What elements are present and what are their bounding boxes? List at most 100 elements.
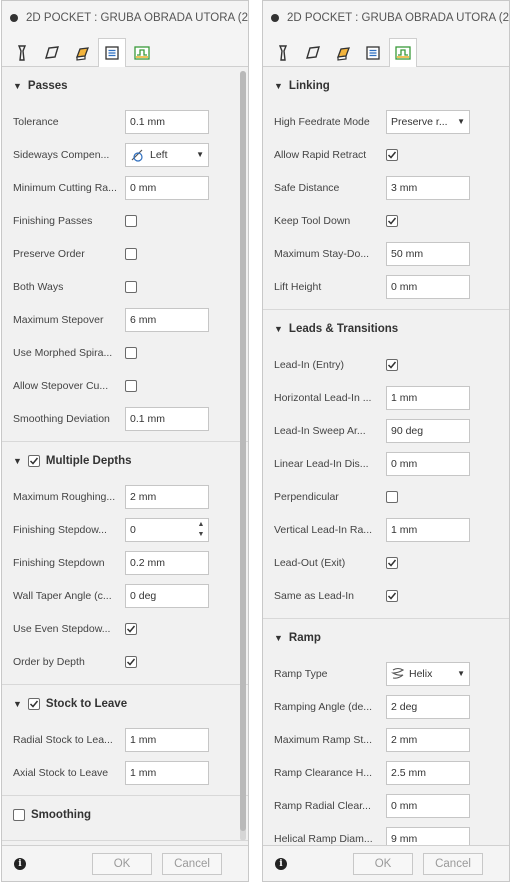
ramp-radial-row: Ramp Radial Clear... 0 mm — [263, 789, 509, 822]
cancel-button[interactable]: Cancel — [423, 852, 483, 875]
tab-heights[interactable] — [329, 39, 357, 66]
field-label: Both Ways — [13, 280, 64, 293]
cancel-button[interactable]: Cancel — [162, 852, 222, 875]
max-stepover-input[interactable]: 6 mm — [125, 307, 209, 332]
lead-out-row: Lead-Out (Exit) — [263, 546, 509, 579]
both-ways-checkbox[interactable] — [125, 280, 137, 293]
tab-tool[interactable] — [269, 39, 297, 66]
tab-passes[interactable] — [359, 39, 387, 66]
tab-geometry[interactable] — [38, 39, 66, 66]
info-icon[interactable]: i — [14, 857, 26, 870]
field-label: Tolerance — [13, 115, 59, 128]
max-roughing-input[interactable]: 2 mm — [125, 484, 209, 509]
section-title: Multiple Depths — [45, 455, 132, 467]
field-label: Horizontal Lead-In ... — [274, 391, 372, 404]
field-label: Wall Taper Angle (c... — [13, 589, 112, 602]
preserve-order-checkbox[interactable] — [125, 247, 137, 260]
ramp-clearance-input[interactable]: 2.5 mm — [386, 760, 470, 785]
section-title: Stock to Leave — [45, 698, 128, 710]
smoothing-header[interactable]: Smoothing — [2, 796, 248, 834]
stock-checkbox[interactable] — [27, 698, 40, 710]
tab-tool[interactable] — [8, 39, 36, 66]
vertical-lead-in-row: Vertical Lead-In Ra... 1 mm — [263, 513, 509, 546]
scrollbar-thumb[interactable] — [240, 71, 246, 831]
ramp-radial-input[interactable]: 0 mm — [386, 793, 470, 818]
field-label: Ramping Angle (de... — [274, 700, 373, 713]
collapse-caret-icon: ▼ — [13, 456, 22, 466]
checkmark-icon — [126, 625, 136, 633]
dialog-footer: i OK Cancel — [2, 845, 248, 881]
order-depth-checkbox[interactable] — [125, 655, 137, 668]
lift-height-input[interactable]: 0 mm — [386, 274, 470, 299]
ramp-angle-input[interactable]: 2 deg — [386, 694, 470, 719]
same-as-lead-in-checkbox[interactable] — [386, 589, 398, 602]
linear-lead-in-row: Linear Lead-In Dis... 0 mm — [263, 447, 509, 480]
stock-header[interactable]: ▼ Stock to Leave — [2, 685, 248, 723]
helical-diameter-input[interactable]: 9 mm — [386, 826, 470, 845]
safe-distance-row: Safe Distance 3 mm — [263, 171, 509, 204]
wall-taper-input[interactable]: 0 deg — [125, 583, 209, 608]
finishing-passes-checkbox[interactable] — [125, 214, 137, 227]
ok-button[interactable]: OK — [353, 852, 413, 875]
tab-linking[interactable] — [389, 38, 417, 67]
smoothing-deviation-row: Smoothing Deviation 0.1 mm — [2, 402, 248, 435]
min-cut-input[interactable]: 0 mm — [125, 175, 209, 200]
leads-header[interactable]: ▼ Leads & Transitions — [263, 310, 509, 348]
passes-header[interactable]: ▼ Passes — [2, 67, 248, 105]
scrollbar[interactable] — [240, 71, 246, 841]
allow-rapid-checkbox[interactable] — [386, 148, 398, 161]
heights-icon — [76, 47, 89, 61]
multiple-depths-header[interactable]: ▼ Multiple Depths — [2, 442, 248, 480]
tolerance-input[interactable]: 0.1 mm — [125, 109, 209, 134]
safe-distance-input[interactable]: 3 mm — [386, 175, 470, 200]
perpendicular-checkbox[interactable] — [386, 490, 398, 503]
chevron-down-icon: ▼ — [457, 669, 465, 678]
max-roughing-row: Maximum Roughing... 2 mm — [2, 480, 248, 513]
smoothing-section: Smoothing — [2, 796, 248, 841]
vertical-lead-in-input[interactable]: 1 mm — [386, 517, 470, 542]
multiple-depths-checkbox[interactable] — [27, 455, 40, 467]
linear-lead-in-input[interactable]: 0 mm — [386, 451, 470, 476]
field-label: Linear Lead-In Dis... — [274, 457, 369, 470]
checkmark-icon — [126, 658, 136, 666]
field-label: Minimum Cutting Ra... — [13, 181, 117, 194]
checkmark-icon — [387, 559, 397, 567]
smoothing-checkbox[interactable] — [13, 809, 25, 821]
smoothing-deviation-input[interactable]: 0.1 mm — [125, 406, 209, 431]
field-value: 0 — [130, 523, 136, 536]
finishing-stepdown-input[interactable]: 0.2 mm — [125, 550, 209, 575]
checkmark-icon — [387, 361, 397, 369]
finishing-stepdown-count-row: Finishing Stepdow... 0 ▲ ▼ — [2, 513, 248, 546]
linking-header[interactable]: ▼ Linking — [263, 67, 509, 105]
ok-button[interactable]: OK — [92, 852, 152, 875]
lead-in-checkbox[interactable] — [386, 358, 398, 371]
stepper-arrows-icon[interactable]: ▲ ▼ — [196, 521, 206, 539]
ramp-header[interactable]: ▼ Ramp — [263, 619, 509, 657]
keep-tool-down-checkbox[interactable] — [386, 214, 398, 227]
title-bar: 2D POCKET : GRUBA OBRADA UTORA (2) — [263, 1, 509, 35]
radial-stock-input[interactable]: 1 mm — [125, 727, 209, 752]
horizontal-lead-in-input[interactable]: 1 mm — [386, 385, 470, 410]
tab-heights[interactable] — [68, 39, 96, 66]
finishing-stepdown-count-input[interactable]: 0 ▲ ▼ — [125, 517, 209, 542]
ramp-type-select[interactable]: Helix ▼ — [386, 661, 470, 686]
field-label: Allow Stepover Cu... — [13, 379, 109, 392]
axial-stock-input[interactable]: 1 mm — [125, 760, 209, 785]
max-ramp-step-row: Maximum Ramp St... 2 mm — [263, 723, 509, 756]
sweep-angle-input[interactable]: 90 deg — [386, 418, 470, 443]
finishing-stepdown-row: Finishing Stepdown 0.2 mm — [2, 546, 248, 579]
tab-geometry[interactable] — [299, 39, 327, 66]
max-ramp-step-input[interactable]: 2 mm — [386, 727, 470, 752]
max-stay-input[interactable]: 50 mm — [386, 241, 470, 266]
even-stepdown-checkbox[interactable] — [125, 622, 137, 635]
allow-stepover-checkbox[interactable] — [125, 379, 137, 392]
field-label: Vertical Lead-In Ra... — [274, 523, 373, 536]
info-icon[interactable]: i — [275, 857, 287, 870]
morphed-spiral-checkbox[interactable] — [125, 346, 137, 359]
linking-section: ▼ Linking High Feedrate Mode Preserve r.… — [263, 67, 509, 310]
high-feedrate-select[interactable]: Preserve r... ▼ — [386, 109, 470, 134]
lead-out-checkbox[interactable] — [386, 556, 398, 569]
tab-passes[interactable] — [98, 38, 126, 67]
tab-linking[interactable] — [128, 39, 156, 66]
sideways-select[interactable]: Left ▼ — [125, 142, 209, 167]
